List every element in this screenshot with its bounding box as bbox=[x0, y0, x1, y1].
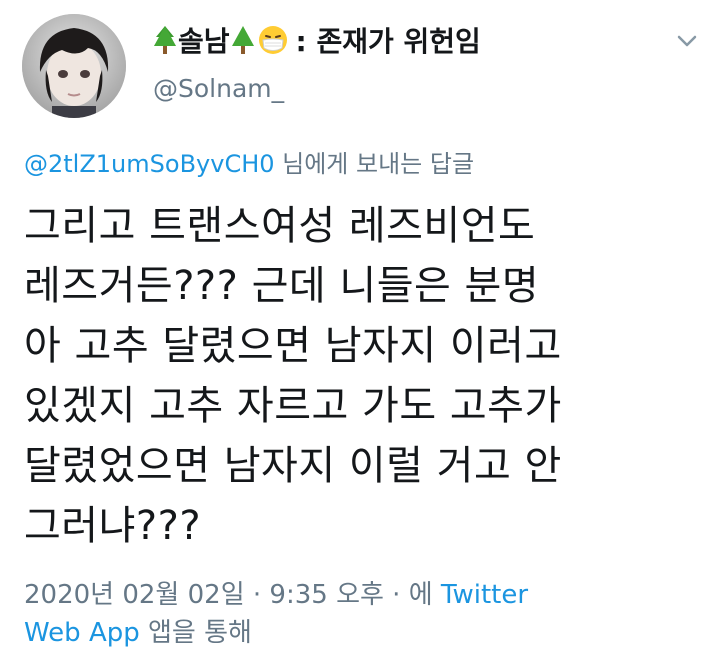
tweet-card: 솔남 : 존재가 위헌임 @Solnam_ @2tlZ1umSoByvCH0 님… bbox=[0, 0, 720, 658]
tweet-timestamp[interactable]: 2020년 02월 02일 · 9:35 오후 · 에 bbox=[24, 580, 441, 610]
tweet-text: 그리고 트랜스여성 레즈비언도 레즈거든??? 근데 니들은 분명 아 고추 달… bbox=[24, 196, 704, 556]
display-name[interactable]: 솔남 : 존재가 위헌임 bbox=[152, 20, 481, 60]
tweet-text-line: 그러냐??? bbox=[24, 503, 202, 549]
reply-mention-link[interactable]: @2tlZ1umSoByvCH0 bbox=[24, 150, 275, 178]
tweet-text-line: 레즈거든??? 근데 니들은 분명 bbox=[24, 263, 540, 309]
tweet-text-line: 그리고 트랜스여성 레즈비언도 bbox=[24, 203, 536, 249]
chevron-down-icon[interactable] bbox=[674, 28, 700, 54]
display-name-text: 솔남 bbox=[178, 25, 230, 58]
tweet-text-line: 아 고추 달렸으면 남자지 이러고 bbox=[24, 323, 562, 369]
source-suffix: 앱을 통해 bbox=[139, 618, 252, 648]
evergreen-tree-icon bbox=[231, 26, 254, 54]
evergreen-tree-icon bbox=[154, 26, 176, 54]
user-handle[interactable]: @Solnam_ bbox=[153, 74, 284, 103]
face-with-medical-mask-icon bbox=[258, 26, 287, 54]
tweet-metadata: 2020년 02월 02일 · 9:35 오후 · 에 Twitter Web … bbox=[24, 576, 714, 652]
reply-context: @2tlZ1umSoByvCH0 님에게 보내는 답글 bbox=[24, 144, 474, 179]
display-name-suffix: : 존재가 위헌임 bbox=[295, 25, 481, 58]
reply-suffix: 님에게 보내는 답글 bbox=[274, 150, 475, 178]
source-app-link[interactable]: Twitter bbox=[441, 580, 528, 610]
tweet-text-line: 있겠지 고추 자르고 가도 고추가 bbox=[24, 383, 562, 429]
doll-avatar-icon bbox=[22, 14, 126, 118]
tweet-text-line: 달렸었으면 남자지 이럴 거고 안 bbox=[24, 443, 562, 489]
avatar[interactable] bbox=[22, 14, 126, 118]
source-app-link-cont[interactable]: Web App bbox=[24, 618, 140, 648]
